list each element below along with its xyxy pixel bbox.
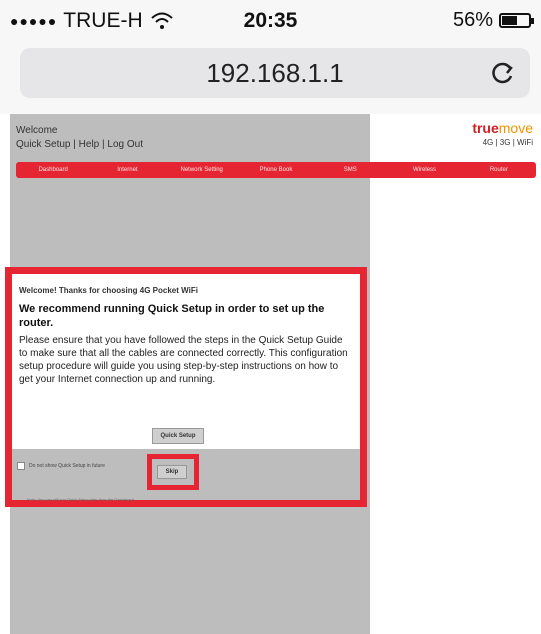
nav-item-internet[interactable]: Internet bbox=[90, 162, 164, 178]
browser-toolbar: 192.168.1.1 bbox=[0, 44, 541, 114]
nav-item-router[interactable]: Router bbox=[462, 162, 536, 178]
nav-item-phone-book[interactable]: Phone Book bbox=[239, 162, 313, 178]
logo-subtitle: 4G | 3G | WiFi bbox=[482, 138, 533, 147]
dont-show-option: Do not show Quick Setup in future bbox=[17, 462, 105, 470]
truemove-logo: truemove 4G | 3G | WiFi bbox=[472, 120, 533, 147]
dialog-welcome: Welcome! Thanks for choosing 4G Pocket W… bbox=[19, 286, 198, 295]
dont-show-checkbox[interactable] bbox=[17, 462, 25, 470]
reload-icon[interactable] bbox=[490, 60, 516, 86]
status-bar: ●●●●● TRUE-H 20:35 56% bbox=[0, 0, 541, 44]
dont-show-label: Do not show Quick Setup in future bbox=[29, 463, 105, 469]
link-separator: | bbox=[102, 139, 105, 150]
logo-move-text: move bbox=[498, 120, 533, 136]
quick-setup-dialog: Welcome! Thanks for choosing 4G Pocket W… bbox=[5, 267, 367, 507]
url-text[interactable]: 192.168.1.1 bbox=[20, 58, 530, 89]
welcome-text: Welcome bbox=[16, 125, 58, 136]
main-nav: Dashboard Internet Network Setting Phone… bbox=[16, 162, 536, 178]
nav-item-dashboard[interactable]: Dashboard bbox=[16, 162, 90, 178]
skip-highlight: Skip bbox=[147, 454, 199, 490]
quick-setup-link[interactable]: Quick Setup bbox=[16, 139, 70, 150]
link-separator: | bbox=[73, 139, 76, 150]
logout-link[interactable]: Log Out bbox=[107, 139, 143, 150]
page-header: Welcome Quick Setup | Help | Log Out bbox=[16, 124, 143, 152]
dialog-heading: We recommend running Quick Setup in orde… bbox=[19, 303, 325, 329]
help-link[interactable]: Help bbox=[79, 139, 100, 150]
logo-true-text: true bbox=[472, 120, 499, 136]
router-web-page: Welcome Quick Setup | Help | Log Out tru… bbox=[0, 114, 541, 634]
nav-item-wireless[interactable]: Wireless bbox=[387, 162, 461, 178]
nav-item-sms[interactable]: SMS bbox=[313, 162, 387, 178]
skip-button[interactable]: Skip bbox=[157, 465, 187, 479]
battery-icon bbox=[499, 13, 534, 28]
quick-setup-button[interactable]: Quick Setup bbox=[152, 428, 204, 444]
dialog-description: Please ensure that you have followed the… bbox=[19, 335, 348, 385]
nav-item-network-setting[interactable]: Network Setting bbox=[165, 162, 239, 178]
dialog-note: Note: You can still run Quick Setup late… bbox=[27, 497, 136, 502]
address-bar[interactable]: 192.168.1.1 bbox=[20, 48, 530, 98]
battery-group: 56% bbox=[452, 9, 534, 32]
header-links: Quick Setup | Help | Log Out bbox=[16, 138, 143, 152]
battery-percent: 56% bbox=[452, 9, 493, 31]
dialog-body: Welcome! Thanks for choosing 4G Pocket W… bbox=[12, 274, 360, 449]
